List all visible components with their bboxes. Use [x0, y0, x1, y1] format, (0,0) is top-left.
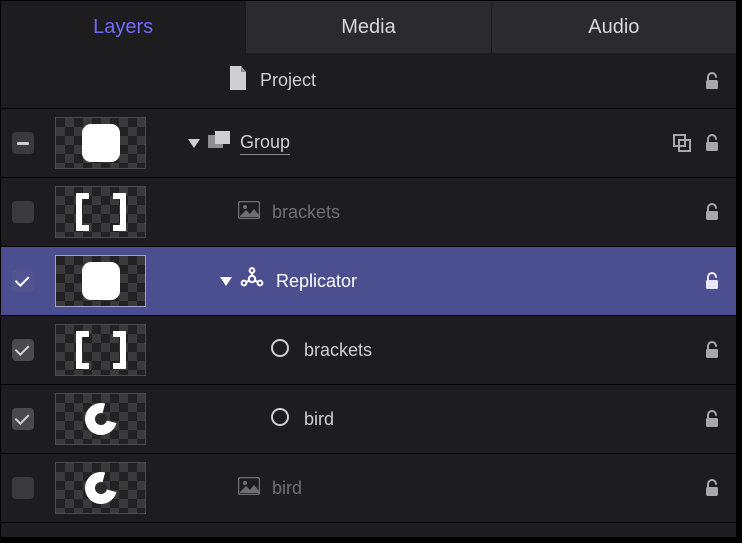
- row-content: Replicator: [146, 247, 736, 315]
- row-content: Group: [146, 109, 736, 177]
- layer-row-brackets-cell[interactable]: brackets: [1, 316, 736, 385]
- disclosure-triangle[interactable]: [188, 139, 200, 148]
- layer-label: Group: [240, 132, 290, 155]
- group-icon: [208, 131, 230, 156]
- lock-icon[interactable]: [702, 71, 722, 91]
- lock-icon[interactable]: [702, 409, 722, 429]
- tab-media[interactable]: Media: [246, 1, 491, 53]
- layer-thumbnail[interactable]: [55, 393, 146, 445]
- layer-row-project[interactable]: Project: [1, 53, 736, 109]
- layer-row-bird-cell[interactable]: bird: [1, 385, 736, 454]
- layer-list: Project Group: [1, 53, 736, 523]
- layer-label: Project: [260, 70, 316, 91]
- layer-label: brackets: [272, 202, 340, 223]
- replicator-icon: [240, 267, 264, 296]
- lock-icon[interactable]: [702, 478, 722, 498]
- lock-icon[interactable]: [702, 340, 722, 360]
- layer-thumbnail[interactable]: [55, 117, 146, 169]
- layer-row-group[interactable]: Group: [1, 109, 736, 178]
- layer-row-replicator[interactable]: Replicator: [1, 247, 736, 316]
- isolate-icon[interactable]: [672, 133, 692, 153]
- visibility-toggle[interactable]: [1, 201, 45, 223]
- cell-icon: [270, 338, 290, 363]
- image-icon: [238, 477, 260, 500]
- layer-thumbnail[interactable]: [55, 462, 146, 514]
- tab-bar: Layers Media Audio: [1, 1, 736, 53]
- layer-thumbnail[interactable]: [55, 255, 146, 307]
- disclosure-triangle[interactable]: [220, 277, 232, 286]
- layer-row-bird-disabled[interactable]: bird: [1, 454, 736, 523]
- row-content: brackets: [146, 316, 736, 384]
- lock-icon[interactable]: [702, 133, 722, 153]
- visibility-toggle[interactable]: [1, 339, 45, 361]
- lock-icon[interactable]: [702, 271, 722, 291]
- layer-row-brackets-disabled[interactable]: brackets: [1, 178, 736, 247]
- lock-icon[interactable]: [702, 202, 722, 222]
- layers-panel: Layers Media Audio Project: [0, 0, 737, 538]
- visibility-toggle[interactable]: [1, 132, 45, 154]
- layer-label: Replicator: [276, 271, 357, 292]
- cell-icon: [270, 407, 290, 432]
- visibility-toggle[interactable]: [1, 408, 45, 430]
- visibility-toggle[interactable]: [1, 477, 45, 499]
- image-icon: [238, 201, 260, 224]
- layer-label: bird: [272, 478, 302, 499]
- layer-label: brackets: [304, 340, 372, 361]
- row-content: bird: [146, 454, 736, 522]
- tab-audio[interactable]: Audio: [492, 1, 736, 53]
- tab-layers[interactable]: Layers: [1, 1, 246, 53]
- visibility-toggle[interactable]: [1, 270, 45, 292]
- document-icon: [228, 66, 248, 95]
- layer-thumbnail[interactable]: [55, 186, 146, 238]
- row-content: Project: [156, 53, 736, 108]
- layer-label: bird: [304, 409, 334, 430]
- row-content: bird: [146, 385, 736, 453]
- row-content: brackets: [146, 178, 736, 246]
- layer-thumbnail[interactable]: [55, 324, 146, 376]
